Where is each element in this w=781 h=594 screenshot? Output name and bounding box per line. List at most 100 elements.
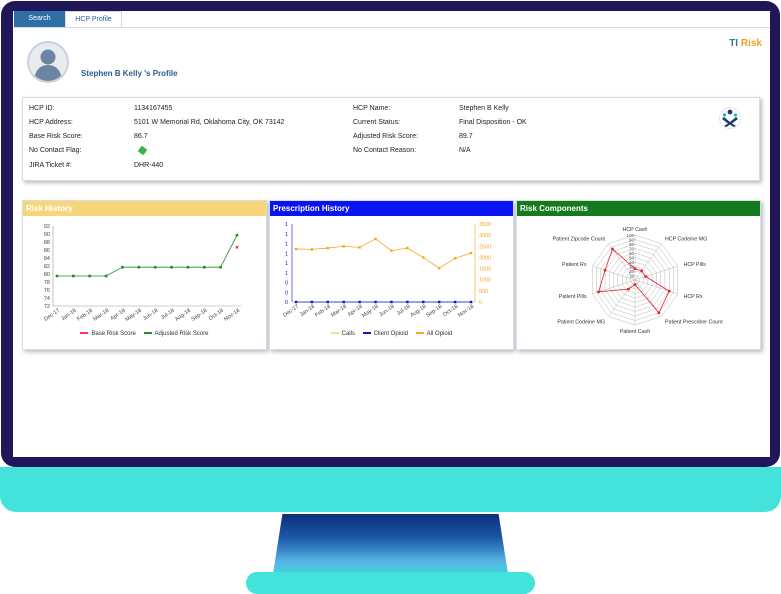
y-tick-label: 86 — [44, 248, 50, 254]
no-contact-reason-value: N/A — [459, 147, 471, 154]
avatar — [27, 41, 69, 83]
x-tick-label: Mar-18 — [330, 304, 348, 319]
brand-logo: TI Risk — [729, 38, 762, 49]
radar-data-point — [633, 283, 637, 286]
tab-hcp-profile[interactable]: HCP Profile — [65, 11, 122, 27]
data-point-adjusted — [186, 265, 190, 269]
series-line-adjusted — [57, 235, 238, 277]
y-tick-label: 78 — [44, 280, 50, 286]
legend-label-client-opioid: Client Opioid — [373, 331, 408, 337]
data-point-client-opioid — [453, 300, 457, 304]
profile-title: Stephen B Kelly 's Profile — [81, 69, 178, 78]
x-tick-label: Oct-18 — [208, 308, 225, 321]
radar-data-point — [611, 247, 614, 251]
right-tick-label: 1000 — [479, 278, 491, 284]
data-point-all-opioid — [358, 246, 361, 249]
data-point-adjusted — [202, 265, 206, 269]
legend-label-all-opioid: All Opioid — [426, 331, 453, 337]
data-point-adjusted — [153, 265, 157, 269]
data-point-all-opioid — [469, 251, 473, 255]
x-tick-label: Aug-18 — [409, 304, 427, 319]
app-screen: Search HCP Profile TI Risk Stephen B Kel… — [13, 11, 770, 457]
x-tick-label: Jun-18 — [378, 304, 395, 319]
radar-axis-label: Patient Codeine MG — [557, 319, 605, 325]
right-tick-label: 500 — [479, 289, 488, 295]
radar-tick-label: 20 — [629, 269, 635, 274]
y-tick-label: 92 — [44, 224, 50, 230]
legend-swatch-base — [80, 332, 89, 335]
y-tick-label: 74 — [44, 296, 50, 302]
data-point-client-opioid — [422, 300, 425, 304]
radar-spoke — [608, 279, 636, 317]
x-tick-label: Mar-18 — [93, 308, 111, 321]
right-tick-label: 3000 — [479, 233, 491, 239]
left-tick-label: 1 — [285, 261, 288, 267]
risk-history-panel: Risk History 72 74 76 78 80 82 84 86 88 90 92 Dec-1… — [22, 200, 267, 350]
data-point-adjusted — [235, 233, 239, 237]
x-tick-label: Sep-18 — [190, 308, 208, 321]
radar-tick-label: 70 — [629, 246, 635, 251]
data-point-all-opioid — [453, 257, 457, 260]
risk-history-legend: Base Risk Score Adjusted Risk Score — [23, 331, 266, 337]
left-tick-label: 1 — [285, 251, 288, 257]
legend-label-base: Base Risk Score — [91, 331, 136, 337]
x-tick-label: May-18 — [124, 308, 142, 321]
data-point-adjusted — [170, 265, 173, 269]
data-point-all-opioid — [406, 246, 409, 250]
radar-axis-label: Patient Prescriber Count — [665, 319, 723, 325]
prescription-history-chart: 0001111110500100015002000250030003500Dec… — [282, 222, 491, 319]
hcp-address-label: HCP Address: — [29, 119, 73, 126]
monitor-stand-neck — [273, 514, 508, 574]
tab-search[interactable]: Search — [14, 11, 65, 27]
data-point-base — [235, 245, 239, 249]
y-tick-label: 88 — [44, 240, 50, 246]
left-tick-label: 0 — [285, 290, 288, 296]
adjusted-risk-label: Adjusted Risk Score: — [353, 133, 418, 140]
x-tick-label: Aug-18 — [174, 308, 192, 321]
no-contact-reason-label: No Contact Reason: — [353, 147, 417, 154]
radar-axis-label: Patient Cash — [620, 329, 650, 335]
hcp-name-label: HCP Name: — [353, 105, 391, 112]
legend-swatch-adjusted — [143, 332, 152, 335]
x-tick-label: Jun-18 — [142, 308, 159, 321]
radar-axis-label: Patient Zipcode Count — [553, 237, 606, 243]
radar-axis-label: HCP Pills — [684, 262, 707, 268]
hcp-address-value: 5101 W Memorial Rd, Oklahoma City, OK 73… — [134, 119, 285, 126]
base-risk-value: 86.7 — [134, 133, 148, 140]
radar-axis-label: HCP Codeine MG — [665, 237, 707, 243]
data-point-client-opioid — [437, 300, 441, 304]
hcp-info-panel: HCP ID: 1134167455 HCP Address: 5101 W M… — [22, 97, 760, 181]
no-contact-flag-label: No Contact Flag: — [29, 147, 82, 154]
x-tick-label: Feb-18 — [314, 304, 332, 319]
data-point-all-opioid — [326, 246, 330, 250]
brand-risk: Risk — [740, 38, 762, 49]
risk-history-title: Risk History — [23, 201, 266, 216]
tab-bar: Search HCP Profile — [13, 11, 770, 28]
data-point-adjusted — [55, 274, 59, 278]
radar-axis-label: HCP Cash — [623, 227, 648, 233]
radar-axis-label: Patient Pills — [559, 294, 587, 300]
monitor-stand-base — [246, 572, 535, 594]
data-point-client-opioid — [342, 300, 345, 304]
data-point-adjusted — [104, 274, 108, 278]
radar-data-point — [640, 269, 644, 273]
right-tick-label: 2500 — [479, 244, 491, 250]
x-tick-label: Jan-18 — [60, 308, 77, 321]
y-tick-label: 84 — [44, 256, 50, 262]
data-point-adjusted — [72, 274, 75, 278]
prescription-history-panel: Prescription History 0 0 0 1 1 1 1 1 1 0 500 1000 15… — [269, 200, 514, 350]
jira-value[interactable]: DHR-440 — [134, 162, 163, 169]
legend-item: Calls — [330, 331, 355, 337]
data-point-client-opioid — [390, 300, 393, 304]
radar-axis-label: HCP Rx — [684, 294, 703, 300]
radar-tick-label: 100 — [626, 233, 634, 238]
radar-data-point — [597, 290, 601, 294]
x-tick-label: Sep-18 — [425, 304, 443, 319]
hcp-id-value: 1134167455 — [134, 105, 173, 112]
data-point-client-opioid — [406, 300, 409, 304]
jira-label: JIRA Ticket #: — [29, 162, 72, 169]
data-point-client-opioid — [294, 300, 298, 304]
x-tick-label: Jan-18 — [299, 304, 316, 319]
data-point-all-opioid — [437, 266, 441, 270]
current-status-label: Current Status: — [353, 119, 401, 126]
